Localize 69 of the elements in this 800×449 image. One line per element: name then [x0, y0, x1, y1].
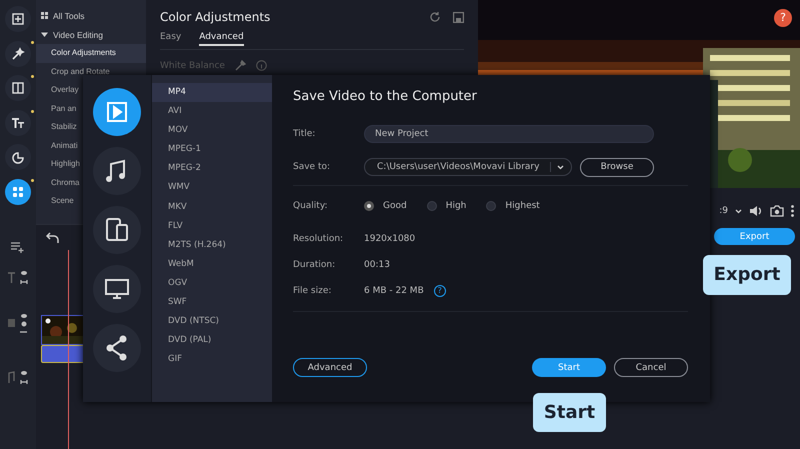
callout: Export — [703, 255, 791, 295]
info-label: Duration: — [293, 260, 336, 270]
format-item[interactable]: OGV — [152, 274, 272, 294]
panel-tab[interactable]: Easy — [160, 32, 182, 46]
title-field[interactable]: New Project — [364, 125, 654, 143]
format-item[interactable]: DVD (PAL) — [152, 331, 272, 350]
cancel-button[interactable]: Cancel — [614, 358, 688, 377]
format-item[interactable]: MPEG-2 — [152, 159, 272, 178]
format-item[interactable]: AVI — [152, 102, 272, 122]
expand-caret-icon[interactable] — [41, 31, 48, 38]
magic-icon[interactable] — [5, 40, 31, 66]
chevron-down-icon[interactable] — [735, 208, 742, 214]
info-label: Resolution: — [293, 234, 344, 244]
info-value: 1920x1080 — [364, 234, 416, 244]
more-icon[interactable] — [791, 205, 794, 217]
format-item[interactable]: MKV — [152, 198, 272, 217]
panel-tab[interactable]: Advanced — [199, 32, 244, 46]
eyedropper-icon[interactable] — [234, 60, 246, 71]
audio-clip[interactable] — [41, 345, 85, 363]
text-track-icon — [7, 269, 29, 287]
import-icon[interactable] — [5, 6, 31, 32]
audio-category-icon[interactable] — [93, 147, 141, 195]
tool-item[interactable]: Color Adjustments — [36, 44, 146, 62]
help-button[interactable]: ? — [434, 285, 446, 297]
titles-icon[interactable] — [5, 110, 31, 136]
format-item[interactable]: MP4 — [152, 83, 272, 102]
info-label: File size: — [293, 286, 332, 296]
save-path-dropdown[interactable]: C:\Users\user\Videos\Movavi Library — [364, 158, 572, 176]
format-item[interactable]: GIF — [152, 350, 272, 370]
devices-category-icon[interactable] — [93, 206, 141, 254]
add-track-icon[interactable] — [11, 241, 25, 253]
quality-radio[interactable]: Highest — [486, 201, 540, 211]
share-category-icon[interactable] — [93, 324, 141, 372]
format-item[interactable]: MOV — [152, 121, 272, 140]
grid-icon — [41, 12, 48, 19]
video-category-icon[interactable] — [93, 88, 141, 136]
format-item[interactable]: MPEG-1 — [152, 140, 272, 160]
info-value: 6 MB - 22 MB — [364, 286, 424, 296]
undo-icon[interactable] — [46, 232, 60, 244]
setting-label: White Balance — [160, 60, 225, 70]
field-label: Title: — [293, 129, 316, 139]
chevron-down-icon — [557, 164, 564, 170]
audio-track-icon — [7, 369, 29, 387]
format-item[interactable]: WMV — [152, 178, 272, 198]
panel-title: Color Adjustments — [160, 10, 272, 24]
callout: Start — [533, 393, 606, 432]
camera-icon[interactable] — [770, 205, 784, 217]
save-icon[interactable] — [453, 12, 464, 22]
quality-radio[interactable]: High — [426, 201, 466, 211]
format-item[interactable]: WebM — [152, 254, 272, 274]
dialog-title: Save Video to the Computer — [293, 89, 478, 104]
advanced-button[interactable]: Advanced — [293, 358, 367, 377]
quality-radio[interactable]: Good — [364, 201, 407, 211]
field-label: Quality: — [293, 201, 329, 211]
format-item[interactable]: FLV — [152, 216, 272, 236]
group-label[interactable]: Video Editing — [53, 30, 103, 40]
tv-category-icon[interactable] — [93, 265, 141, 313]
tools-icon[interactable] — [5, 178, 31, 204]
info-value: 00:13 — [364, 260, 390, 270]
format-item[interactable]: M2TS (H.264) — [152, 236, 272, 255]
volume-icon[interactable] — [749, 205, 763, 217]
browse-button[interactable]: Browse — [580, 158, 654, 176]
transition-icon[interactable] — [5, 75, 31, 101]
format-item[interactable]: DVD (NTSC) — [152, 312, 272, 332]
format-item[interactable]: SWF — [152, 293, 272, 312]
all-tools-link[interactable]: All Tools — [53, 10, 84, 20]
field-label: Save to: — [293, 162, 332, 172]
aspect-ratio-dropdown[interactable]: :9 — [719, 206, 728, 216]
reset-icon[interactable] — [429, 11, 441, 23]
